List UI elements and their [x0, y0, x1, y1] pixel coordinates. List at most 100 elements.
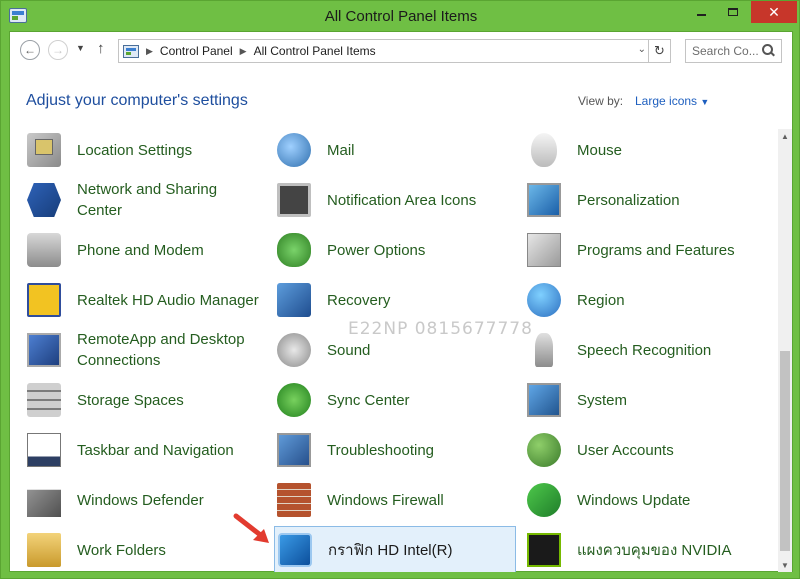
control-panel-icon — [123, 44, 139, 58]
control-panel-item[interactable]: System — [524, 376, 766, 424]
red-arrow-icon — [233, 513, 269, 543]
control-panel-item-label: Power Options — [327, 241, 426, 259]
speech-icon — [535, 333, 553, 367]
control-panel-item-label: Mail — [327, 141, 355, 159]
control-panel-item[interactable]: Programs and Features — [524, 226, 766, 274]
refresh-button[interactable]: ↻ — [648, 40, 670, 62]
control-panel-item-label: Speech Recognition — [577, 341, 712, 359]
view-by-label: View by: — [578, 94, 624, 108]
programs-icon — [527, 233, 561, 267]
location-icon — [27, 133, 61, 167]
back-button[interactable]: ← — [20, 40, 40, 60]
control-panel-item-label: RemoteApp and Desktop Connections — [77, 331, 245, 369]
control-panel-item[interactable]: Realtek HD Audio Manager — [24, 276, 266, 324]
navigation-bar: ← → ▼ ↑ ▶ Control Panel ▶ All Control Pa… — [10, 32, 792, 70]
mail-icon — [277, 133, 311, 167]
search-input[interactable]: Search Co... — [685, 39, 782, 63]
recovery-icon — [277, 283, 311, 317]
defender-icon — [27, 489, 61, 517]
search-icon[interactable] — [762, 44, 776, 58]
scroll-thumb[interactable] — [780, 351, 790, 551]
control-panel-item-label: Recovery — [327, 291, 391, 309]
taskbar-icon — [27, 433, 61, 467]
sync-icon — [277, 383, 311, 417]
control-panel-item[interactable]: Region — [524, 276, 766, 324]
close-icon: ✕ — [768, 3, 780, 20]
work-folders-icon — [27, 533, 61, 567]
vertical-scrollbar[interactable]: ▲ ▼ — [778, 129, 792, 572]
control-panel-item-label: Taskbar and Navigation — [77, 441, 234, 459]
control-panel-item[interactable]: Recovery — [274, 276, 516, 324]
forward-button[interactable]: → — [48, 40, 68, 60]
control-panel-item[interactable]: Speech Recognition — [524, 326, 766, 374]
control-panel-item-label: Personalization — [577, 191, 680, 209]
address-bar[interactable]: ▶ Control Panel ▶ All Control Panel Item… — [118, 39, 671, 63]
region-icon — [527, 283, 561, 317]
mouse-icon — [531, 133, 557, 167]
control-panel-item-label: Location Settings — [77, 141, 193, 159]
control-panel-item[interactable]: Windows Defender — [24, 476, 266, 524]
control-panel-item[interactable]: User Accounts — [524, 426, 766, 474]
title-bar[interactable]: All Control Panel Items ✕ — [1, 1, 800, 31]
maximize-button[interactable] — [715, 1, 751, 23]
network-icon — [27, 183, 61, 217]
control-panel-item-label: Windows Update — [577, 491, 691, 509]
control-panel-item[interactable]: Phone and Modem — [24, 226, 266, 274]
control-panel-item[interactable]: Mail — [274, 129, 516, 174]
watermark: E22NP 0815677778 — [348, 319, 533, 339]
control-panel-item-label: Network and Sharing Center — [77, 181, 218, 219]
control-panel-item-label: Mouse — [577, 141, 623, 159]
control-panel-item-label: System — [577, 391, 628, 409]
minimize-button[interactable] — [687, 1, 715, 23]
notification-icon — [277, 183, 311, 217]
control-panel-item[interactable]: Network and Sharing Center — [24, 176, 266, 224]
realtek-icon — [27, 283, 61, 317]
breadcrumb-control-panel[interactable]: Control Panel — [160, 44, 233, 58]
control-panel-item-label: กราฟิก HD Intel(R) — [328, 541, 453, 559]
view-by-dropdown[interactable]: Large icons ▼ — [635, 94, 709, 108]
storage-icon — [27, 383, 61, 417]
control-panel-item-label: Storage Spaces — [77, 391, 184, 409]
control-panel-item-label: Region — [577, 291, 625, 309]
control-panel-item[interactable]: Sync Center — [274, 376, 516, 424]
scroll-down-icon[interactable]: ▼ — [778, 558, 792, 572]
control-panel-item-label: Notification Area Icons — [327, 191, 477, 209]
refresh-icon: ↻ — [654, 43, 665, 58]
control-panel-item[interactable]: Windows Update — [524, 476, 766, 524]
control-panel-item[interactable]: Troubleshooting — [274, 426, 516, 474]
scroll-up-icon[interactable]: ▲ — [778, 129, 792, 143]
control-panel-item-label: Troubleshooting — [327, 441, 435, 459]
control-panel-item[interactable]: Personalization — [524, 176, 766, 224]
control-panel-item-label: Windows Defender — [77, 491, 204, 509]
control-panel-item[interactable]: Work Folders — [24, 526, 266, 572]
search-placeholder: Search Co... — [692, 44, 759, 58]
breadcrumb-separator-icon[interactable]: ▶ — [146, 46, 153, 57]
control-panel-item-label: Phone and Modem — [77, 241, 204, 259]
address-dropdown-icon[interactable]: ⌄ — [638, 44, 646, 55]
close-button[interactable]: ✕ — [751, 1, 797, 23]
breadcrumb-all-items[interactable]: All Control Panel Items — [254, 44, 376, 58]
control-panel-item[interactable]: กราฟิก HD Intel(R) — [274, 526, 516, 572]
back-arrow-icon: ← — [24, 43, 36, 57]
control-panel-item[interactable]: Taskbar and Navigation — [24, 426, 266, 474]
forward-arrow-icon: → — [52, 43, 64, 57]
nvidia-icon — [527, 533, 561, 567]
page-heading: Adjust your computer's settings — [26, 92, 248, 109]
control-panel-item[interactable]: Storage Spaces — [24, 376, 266, 424]
control-panel-window: All Control Panel Items ✕ ← → ▼ ↑ ▶ Cont… — [0, 0, 800, 579]
breadcrumb-separator-icon[interactable]: ▶ — [240, 46, 247, 57]
intel-graphics-icon — [278, 533, 312, 567]
control-panel-item[interactable]: Power Options — [274, 226, 516, 274]
recent-locations-dropdown[interactable]: ▼ — [76, 43, 85, 53]
control-panel-item[interactable]: Location Settings — [24, 129, 266, 174]
control-panel-item[interactable]: RemoteApp and Desktop Connections — [24, 326, 266, 374]
control-panel-item-label: Sound — [327, 341, 371, 359]
control-panel-item[interactable]: แผงควบคุมของ NVIDIA — [524, 526, 766, 572]
control-panel-item[interactable]: Mouse — [524, 129, 766, 174]
control-panel-item-label: User Accounts — [577, 441, 674, 459]
control-panel-item[interactable]: Notification Area Icons — [274, 176, 516, 224]
control-panel-item-label: Sync Center — [327, 391, 410, 409]
control-panel-item[interactable]: Windows Firewall — [274, 476, 516, 524]
power-icon — [277, 233, 311, 267]
up-button[interactable]: ↑ — [97, 40, 105, 57]
